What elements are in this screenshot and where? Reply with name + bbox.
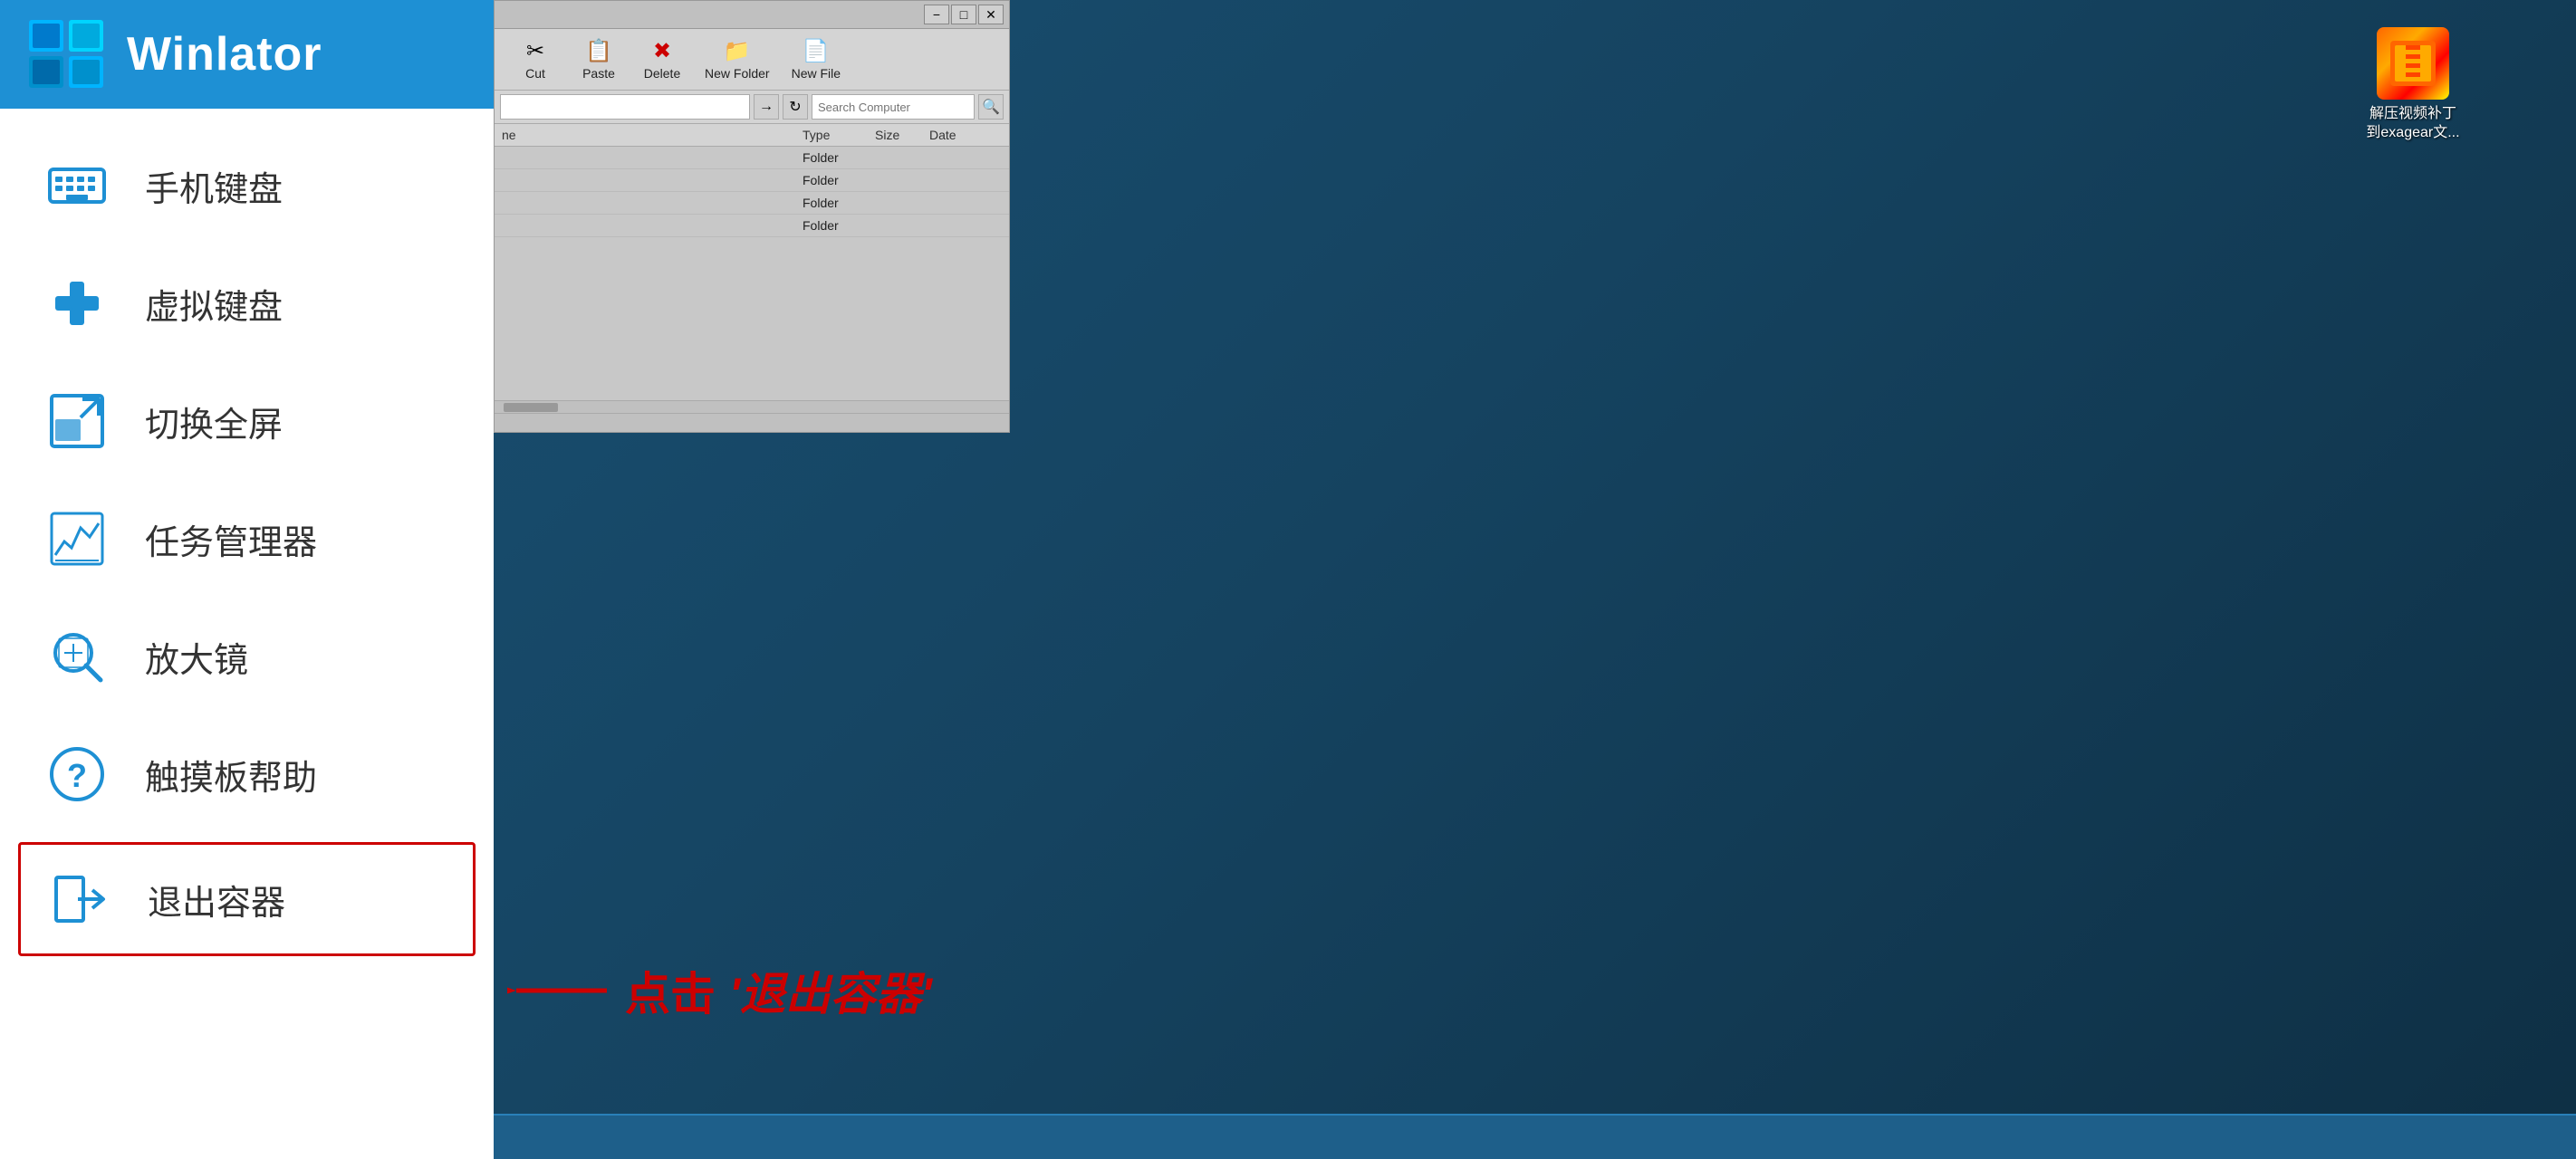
sidebar-item-fullscreen-label: 切换全屏: [145, 397, 283, 446]
sidebar: Winlator: [0, 0, 494, 1159]
fullscreen-icon: [45, 389, 109, 453]
desktop-icon-archive[interactable]: 解压视频补丁到exagear文...: [2359, 27, 2467, 143]
cut-label: Cut: [525, 66, 545, 81]
sidebar-item-magnifier-label: 放大镜: [145, 632, 248, 682]
annotation-click-text: 点击: [625, 958, 716, 1023]
app-title: Winlator: [127, 27, 322, 81]
table-row[interactable]: Folder: [495, 169, 1009, 192]
archive-icon: [2377, 27, 2449, 100]
new-file-icon: 📄: [803, 38, 830, 64]
table-row[interactable]: Folder: [495, 147, 1009, 169]
file-list: Folder Folder Folder Folder: [495, 147, 1009, 400]
column-name-header: ne: [502, 128, 803, 142]
annotation-area: 点击 '退出容器': [507, 958, 932, 1023]
paste-button[interactable]: 📋 Paste: [567, 34, 630, 85]
sidebar-item-keyboard[interactable]: 手机键盘: [0, 127, 494, 244]
sidebar-item-virtual-keyboard-label: 虚拟键盘: [145, 279, 283, 329]
gamepad-icon: [45, 272, 109, 335]
sidebar-item-touchpad-help[interactable]: ? 触摸板帮助: [0, 715, 494, 833]
search-input[interactable]: [812, 94, 975, 120]
sidebar-menu: 手机键盘 虚拟键盘: [0, 109, 494, 1159]
new-file-button[interactable]: 📄 New File: [781, 34, 851, 85]
sidebar-item-touchpad-help-label: 触摸板帮助: [145, 750, 317, 800]
horizontal-scrollbar[interactable]: [495, 400, 1009, 413]
paste-icon: 📋: [585, 38, 612, 64]
desktop-icon-label: 解压视频补丁到exagear文...: [2366, 105, 2459, 143]
cut-button[interactable]: ✂ Cut: [504, 34, 567, 85]
sidebar-item-exit[interactable]: 退出容器: [18, 842, 476, 956]
maximize-button[interactable]: □: [951, 5, 976, 24]
column-size-header: Size: [875, 128, 929, 142]
close-button[interactable]: ✕: [978, 5, 1004, 24]
file-table-header: ne Type Size Date: [495, 124, 1009, 147]
address-input[interactable]: [500, 94, 750, 120]
task-manager-icon: [45, 507, 109, 570]
sidebar-item-fullscreen[interactable]: 切换全屏: [0, 362, 494, 480]
minimize-button[interactable]: −: [924, 5, 949, 24]
svg-text:?: ?: [67, 757, 87, 794]
sidebar-item-task-manager[interactable]: 任务管理器: [0, 480, 494, 598]
sidebar-item-virtual-keyboard[interactable]: 虚拟键盘: [0, 244, 494, 362]
file-type-cell: Folder: [803, 173, 875, 187]
new-folder-label: New Folder: [705, 66, 770, 81]
keyboard-icon: [45, 154, 109, 217]
refresh-button[interactable]: ↻: [783, 94, 808, 120]
table-row[interactable]: Folder: [495, 192, 1009, 215]
cut-icon: ✂: [526, 38, 544, 64]
window-titlebar: − □ ✕: [495, 1, 1009, 29]
exit-icon: [48, 867, 111, 931]
file-type-cell: Folder: [803, 218, 875, 233]
column-date-header: Date: [929, 128, 1002, 142]
magnifier-icon: [45, 625, 109, 688]
file-manager-toolbar: ✂ Cut 📋 Paste ✖ Delete 📁 New Folder 📄 Ne…: [495, 29, 1009, 91]
search-button[interactable]: 🔍: [978, 94, 1004, 120]
table-row[interactable]: Folder: [495, 215, 1009, 237]
file-type-cell: Folder: [803, 150, 875, 165]
sidebar-item-task-manager-label: 任务管理器: [145, 514, 317, 564]
scrollbar-thumb[interactable]: [504, 403, 558, 412]
delete-button[interactable]: ✖ Delete: [630, 34, 694, 85]
sidebar-item-magnifier[interactable]: 放大镜: [0, 598, 494, 715]
file-type-cell: Folder: [803, 196, 875, 210]
status-bar: [495, 413, 1009, 432]
file-manager-window: − □ ✕ ✂ Cut 📋 Paste ✖ Delete 📁 New Folde…: [494, 0, 1010, 433]
new-file-label: New File: [792, 66, 841, 81]
navigate-forward-button[interactable]: →: [754, 94, 779, 120]
annotation-label-text: '退出容器': [729, 958, 932, 1023]
sidebar-item-keyboard-label: 手机键盘: [145, 161, 283, 211]
new-folder-button[interactable]: 📁 New Folder: [694, 34, 781, 85]
address-bar: → ↻ 🔍: [495, 91, 1009, 124]
sidebar-item-exit-label: 退出容器: [148, 875, 285, 924]
annotation-arrow-left: [507, 968, 616, 1013]
winlator-logo: [27, 18, 109, 91]
new-folder-icon: 📁: [724, 38, 751, 64]
paste-label: Paste: [582, 66, 615, 81]
delete-icon: ✖: [653, 38, 671, 64]
sidebar-header: Winlator: [0, 0, 494, 109]
desktop: Winlator: [0, 0, 2576, 1159]
delete-label: Delete: [644, 66, 680, 81]
help-icon: ?: [45, 742, 109, 806]
column-type-header: Type: [803, 128, 875, 142]
